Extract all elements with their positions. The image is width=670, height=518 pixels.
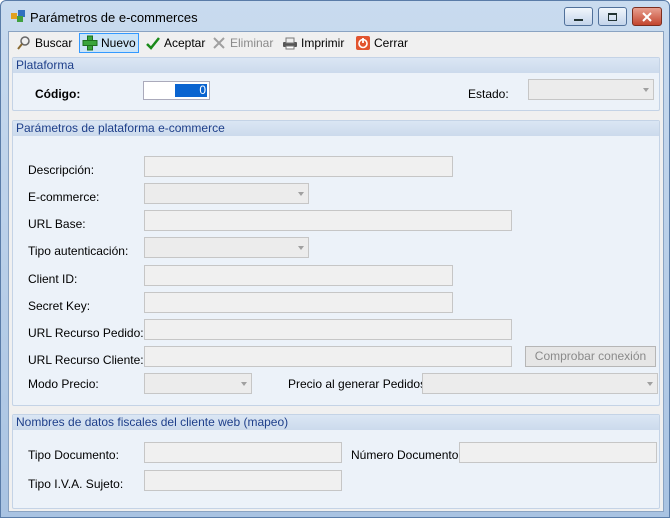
client-id-label: Client ID:: [28, 272, 78, 286]
window-title: Parámetros de e-commerces: [30, 10, 198, 25]
app-icon: [11, 10, 25, 22]
modo-precio-select[interactable]: [144, 373, 252, 394]
nuevo-button[interactable]: Nuevo: [79, 33, 139, 53]
plus-icon: [82, 35, 98, 51]
numero-documento-label: Número Documento:: [351, 448, 462, 462]
minimize-button[interactable]: [564, 7, 593, 26]
tipo-iva-label: Tipo I.V.A. Sujeto:: [28, 477, 124, 491]
close-window-button[interactable]: [632, 7, 662, 26]
power-off-icon: [355, 35, 371, 51]
close-icon: [642, 11, 652, 22]
eliminar-label: Eliminar: [230, 36, 274, 50]
chevron-down-icon: [643, 88, 649, 92]
toolbar: Buscar Nuevo Aceptar Eliminar Imprimir C…: [9, 32, 663, 54]
parametros-header: Parámetros de plataforma e-commerce: [13, 121, 659, 136]
app-window: Parámetros de e-commerces Buscar Nuevo A…: [0, 0, 670, 518]
nuevo-label: Nuevo: [101, 36, 136, 50]
search-icon: [16, 35, 32, 51]
modo-precio-label: Modo Precio:: [28, 377, 99, 391]
ecommerce-label: E-commerce:: [28, 190, 100, 204]
aceptar-label: Aceptar: [164, 36, 206, 50]
fiscales-group: Nombres de datos fiscales del cliente we…: [12, 414, 660, 509]
delete-x-icon: [211, 35, 227, 51]
client-id-input[interactable]: [144, 265, 453, 286]
tipo-documento-input[interactable]: [144, 442, 342, 463]
estado-select[interactable]: [528, 79, 654, 100]
ecommerce-select[interactable]: [144, 183, 309, 204]
estado-label: Estado:: [468, 87, 509, 101]
maximize-button[interactable]: [598, 7, 627, 26]
url-recurso-pedido-label: URL Recurso Pedido:: [28, 326, 144, 340]
plataforma-header: Plataforma: [13, 58, 659, 73]
url-base-input[interactable]: [144, 210, 512, 231]
secret-key-input[interactable]: [144, 292, 453, 313]
buscar-button[interactable]: Buscar: [14, 33, 74, 53]
fiscales-header: Nombres de datos fiscales del cliente we…: [13, 415, 659, 430]
codigo-label: Código:: [35, 87, 81, 101]
precio-generar-label: Precio al generar Pedidos:: [288, 377, 430, 391]
precio-generar-select[interactable]: [422, 373, 658, 394]
aceptar-button[interactable]: Aceptar: [143, 33, 207, 53]
maximize-icon: [608, 12, 617, 21]
parametros-group: Parámetros de plataforma e-commerce Desc…: [12, 120, 660, 406]
imprimir-label: Imprimir: [301, 36, 345, 50]
chevron-down-icon: [241, 382, 247, 386]
codigo-value: 0: [175, 84, 207, 97]
eliminar-button[interactable]: Eliminar: [209, 33, 275, 53]
minimize-icon: [574, 18, 583, 21]
cerrar-label: Cerrar: [374, 36, 409, 50]
chevron-down-icon: [647, 382, 653, 386]
url-recurso-cliente-input[interactable]: [144, 346, 512, 367]
secret-key-label: Secret Key:: [28, 299, 91, 313]
title-bar[interactable]: Parámetros de e-commerces: [1, 1, 669, 31]
numero-documento-input[interactable]: [459, 442, 657, 463]
tipo-documento-label: Tipo Documento:: [28, 448, 119, 462]
chevron-down-icon: [298, 246, 304, 250]
url-recurso-cliente-label: URL Recurso Cliente:: [28, 353, 144, 367]
descripcion-label: Descripción:: [28, 163, 95, 177]
cerrar-button[interactable]: Cerrar: [353, 33, 410, 53]
comprobar-conexion-button[interactable]: Comprobar conexión: [525, 346, 656, 367]
tipo-autenticacion-label: Tipo autenticación:: [28, 244, 129, 258]
checkmark-icon: [145, 35, 161, 51]
descripcion-input[interactable]: [144, 156, 453, 177]
url-recurso-pedido-input[interactable]: [144, 319, 512, 340]
printer-icon: [282, 35, 298, 51]
chevron-down-icon: [298, 192, 304, 196]
tipo-iva-input[interactable]: [144, 470, 342, 491]
buscar-label: Buscar: [35, 36, 73, 50]
client-area: Buscar Nuevo Aceptar Eliminar Imprimir C…: [8, 31, 664, 512]
plataforma-group: Plataforma Código: 0 Estado:: [12, 57, 660, 111]
imprimir-button[interactable]: Imprimir: [280, 33, 346, 53]
tipo-autenticacion-select[interactable]: [144, 237, 309, 258]
url-base-label: URL Base:: [28, 217, 86, 231]
codigo-input[interactable]: 0: [143, 81, 210, 100]
